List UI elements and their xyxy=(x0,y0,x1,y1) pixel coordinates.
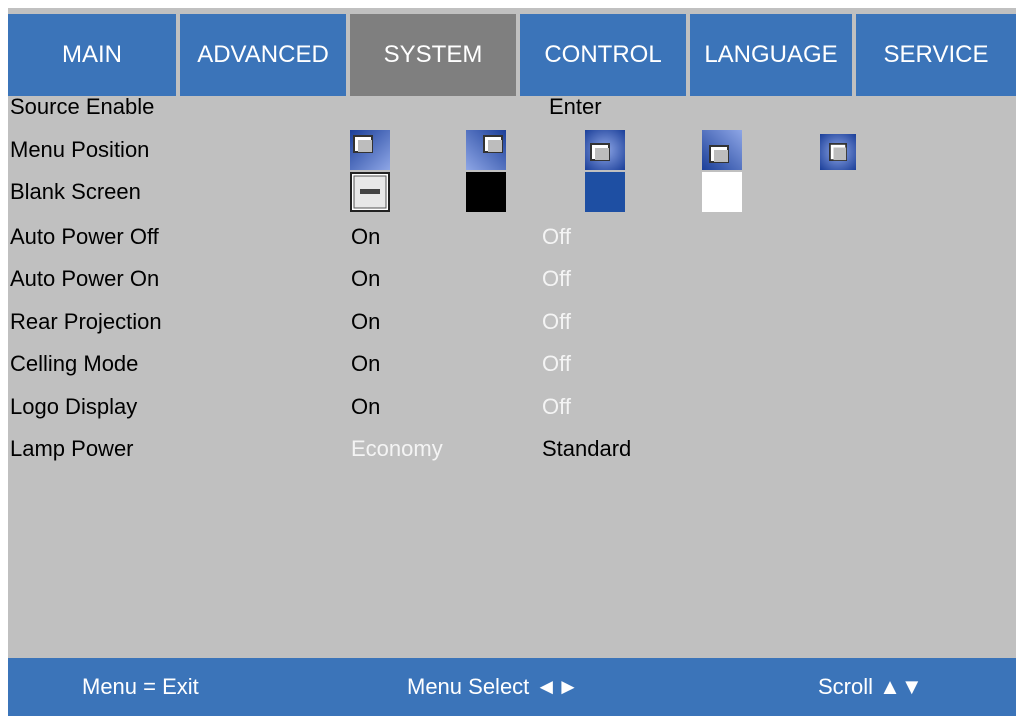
black-swatch[interactable] xyxy=(466,172,506,212)
footer-select-hint: Menu Select ◄► xyxy=(407,674,579,699)
row-auto-power-off[interactable]: Auto Power Off On Off xyxy=(8,217,1016,257)
tab-bar: MAIN ADVANCED SYSTEM CONTROL LANGUAGE SE… xyxy=(8,14,1016,96)
lamp-power-label: Lamp Power xyxy=(10,436,134,461)
top-left-icon[interactable] xyxy=(350,130,390,170)
footer-scroll-hint: Scroll ▲▼ xyxy=(818,674,923,699)
tab-control[interactable]: CONTROL xyxy=(520,14,686,96)
auto-power-on-on[interactable]: On xyxy=(351,259,380,299)
tab-advanced[interactable]: ADVANCED xyxy=(180,14,346,96)
row-source-enable[interactable]: Source Enable Enter xyxy=(8,87,1016,127)
logo-display-on[interactable]: On xyxy=(351,387,380,427)
tab-main[interactable]: MAIN xyxy=(8,14,176,96)
row-menu-position[interactable]: Menu Position xyxy=(8,130,1016,170)
footer-exit-hint: Menu = Exit xyxy=(82,674,199,699)
blank-screen-label: Blank Screen xyxy=(10,179,141,204)
auto-power-on-off[interactable]: Off xyxy=(542,259,571,299)
rear-projection-label: Rear Projection xyxy=(10,309,162,334)
row-logo-display[interactable]: Logo Display On Off xyxy=(8,387,1016,427)
bottom-right-icon[interactable] xyxy=(820,134,856,170)
auto-power-on-label: Auto Power On xyxy=(10,266,160,291)
tab-service[interactable]: SERVICE xyxy=(856,14,1016,96)
white-swatch[interactable] xyxy=(702,172,742,212)
tab-language[interactable]: LANGUAGE xyxy=(690,14,852,96)
projector-osd-menu: MAIN ADVANCED SYSTEM CONTROL LANGUAGE SE… xyxy=(8,8,1016,716)
logo-display-label: Logo Display xyxy=(10,394,138,419)
bottom-left-icon[interactable] xyxy=(702,130,742,170)
rear-projection-off[interactable]: Off xyxy=(542,302,571,342)
rear-projection-on[interactable]: On xyxy=(351,302,380,342)
source-enable-label: Source Enable xyxy=(10,94,155,119)
auto-power-off-on[interactable]: On xyxy=(351,217,380,257)
lamp-power-economy[interactable]: Economy xyxy=(351,429,443,469)
row-auto-power-on[interactable]: Auto Power On On Off xyxy=(8,259,1016,299)
menu-position-label: Menu Position xyxy=(10,137,150,162)
row-lamp-power[interactable]: Lamp Power Economy Standard xyxy=(8,429,1016,469)
tab-system[interactable]: SYSTEM xyxy=(350,14,516,96)
row-blank-screen[interactable]: Blank Screen xyxy=(8,172,1016,212)
center-icon[interactable] xyxy=(585,130,625,170)
logo-swatch[interactable] xyxy=(350,172,390,212)
blue-swatch[interactable] xyxy=(585,172,625,212)
row-ceiling-mode[interactable]: Celling Mode On Off xyxy=(8,344,1016,384)
ceiling-mode-label: Celling Mode xyxy=(10,351,139,376)
top-right-icon[interactable] xyxy=(466,130,506,170)
lamp-power-standard[interactable]: Standard xyxy=(542,429,631,469)
auto-power-off-off[interactable]: Off xyxy=(542,217,571,257)
ceiling-mode-on[interactable]: On xyxy=(351,344,380,384)
ceiling-mode-off[interactable]: Off xyxy=(542,344,571,384)
footer-bar: Menu = Exit Menu Select ◄► Scroll ▲▼ xyxy=(8,658,1016,716)
auto-power-off-label: Auto Power Off xyxy=(10,224,159,249)
row-rear-projection[interactable]: Rear Projection On Off xyxy=(8,302,1016,342)
source-enable-enter[interactable]: Enter xyxy=(549,87,602,127)
logo-display-off[interactable]: Off xyxy=(542,387,571,427)
